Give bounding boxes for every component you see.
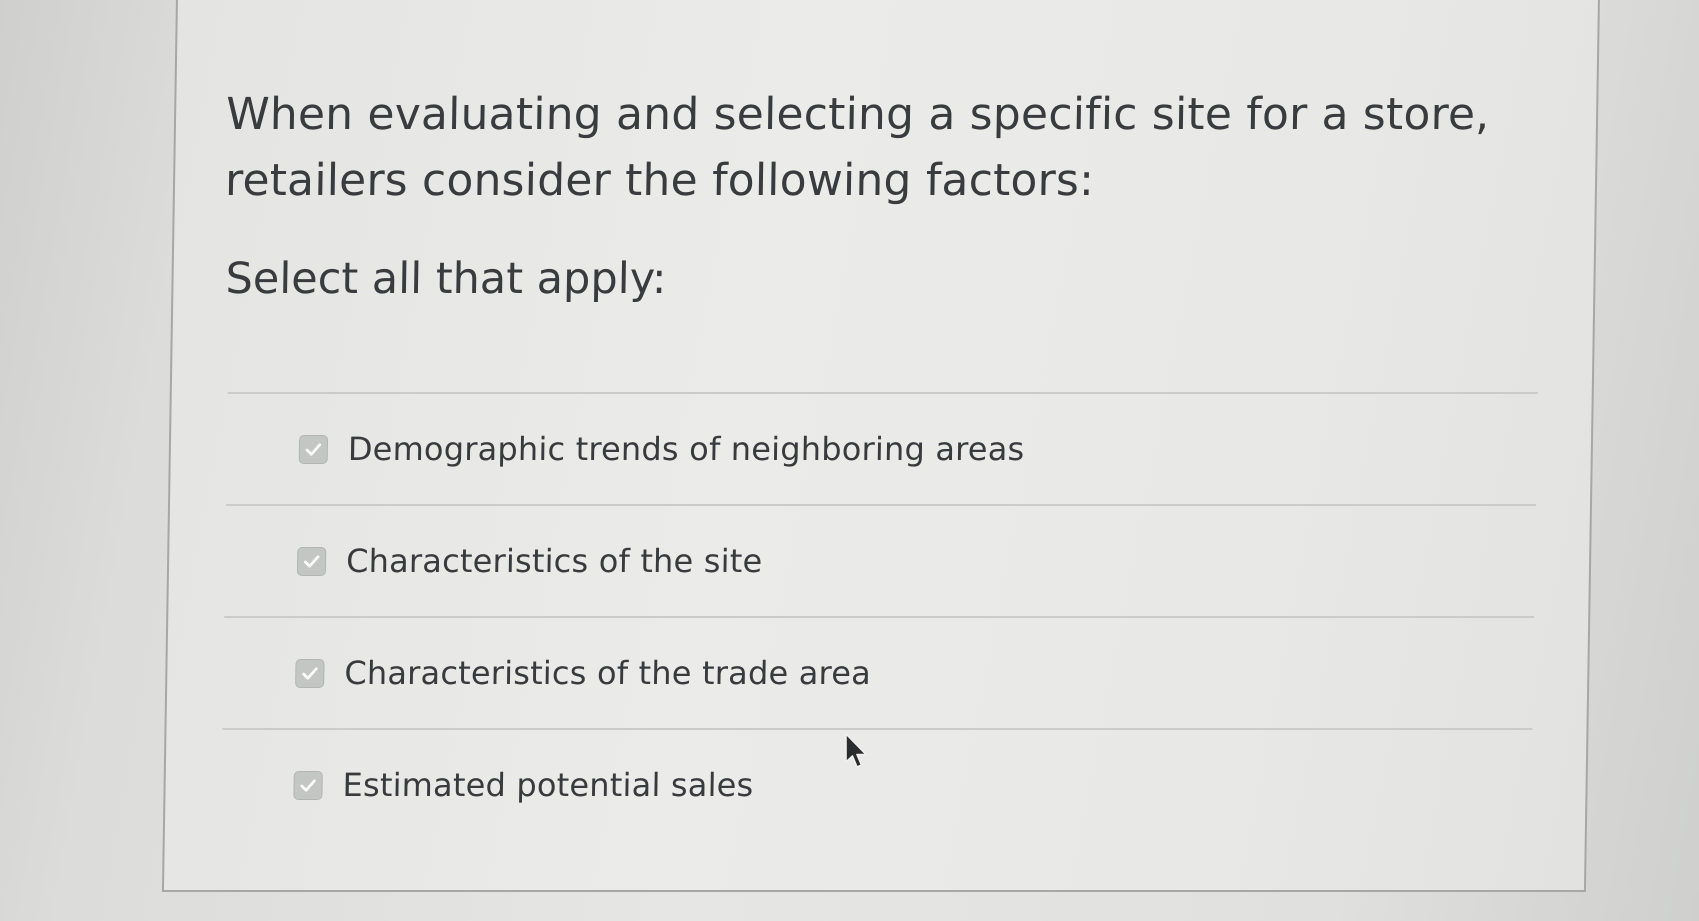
question-card: When evaluating and selecting a specific… [161,0,1600,892]
option-label: Estimated potential sales [342,766,754,804]
option-trade-area-characteristics[interactable]: Characteristics of the trade area [223,618,1535,728]
option-label: Characteristics of the trade area [344,654,872,692]
option-demographic-trends[interactable]: Demographic trends of neighboring areas [226,394,1538,504]
checkbox[interactable] [298,434,329,464]
option-label: Characteristics of the site [345,542,763,580]
option-site-characteristics[interactable]: Characteristics of the site [224,506,1536,616]
instruction-text: Select all that apply: [225,254,667,304]
checkmark-icon [302,666,318,680]
checkbox[interactable] [295,658,325,688]
mouse-cursor-icon [845,733,867,768]
option-label: Demographic trends of neighboring areas [347,430,1025,468]
option-estimated-sales[interactable]: Estimated potential sales [221,730,1533,840]
answer-options-list: Demographic trends of neighboring areas … [221,392,1538,840]
checkmark-icon [300,778,316,792]
checkbox[interactable] [293,770,323,800]
question-text: When evaluating and selecting a specific… [224,89,1490,206]
checkmark-icon [303,554,320,568]
checkmark-icon [305,442,322,456]
checkbox[interactable] [296,546,327,576]
